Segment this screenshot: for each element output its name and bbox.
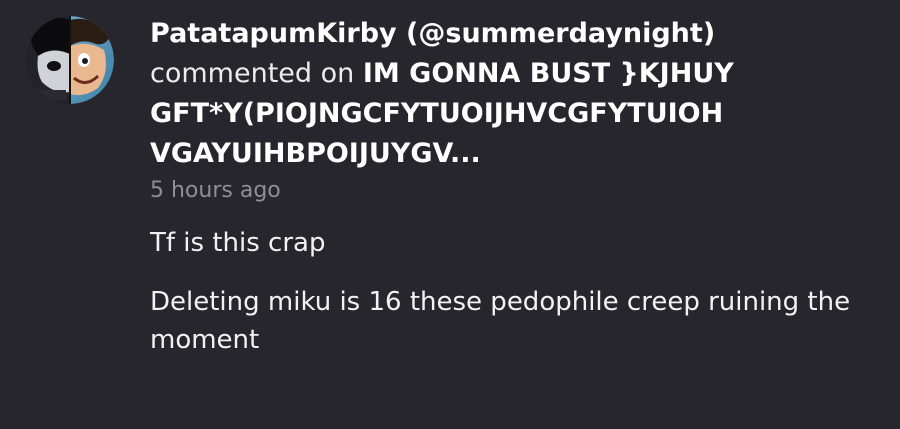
avatar-image [26, 16, 114, 104]
post-title-line-1[interactable]: IM GONNA BUST }KJHUY [363, 58, 734, 89]
post-title-line-3[interactable]: VGAYUIHBPOIJUYGV... [150, 134, 880, 174]
comment-notification[interactable]: PatatapumKirby (@summerdaynight) comment… [0, 0, 900, 429]
comment-header: PatatapumKirby (@summerdaynight) comment… [150, 14, 880, 174]
author-line: PatatapumKirby (@summerdaynight) [150, 14, 880, 54]
timestamp: 5 hours ago [150, 178, 281, 203]
comment-content: PatatapumKirby (@summerdaynight) comment… [150, 14, 880, 380]
post-title-line-2[interactable]: GFT*Y(PIOJNGCFYTUOIJHVCGFYTUIOH [150, 94, 880, 134]
comment-body: Tf is this crap Deleting miku is 16 thes… [150, 224, 880, 359]
comment-paragraph-2: Deleting miku is 16 these pedophile cree… [150, 287, 851, 355]
author-name[interactable]: PatatapumKirby (@summerdaynight) [150, 18, 715, 49]
comment-paragraph-1: Tf is this crap [150, 228, 326, 258]
action-text: commented on [150, 58, 355, 89]
action-line: commented on IM GONNA BUST }KJHUY [150, 54, 880, 94]
avatar[interactable] [26, 16, 114, 104]
